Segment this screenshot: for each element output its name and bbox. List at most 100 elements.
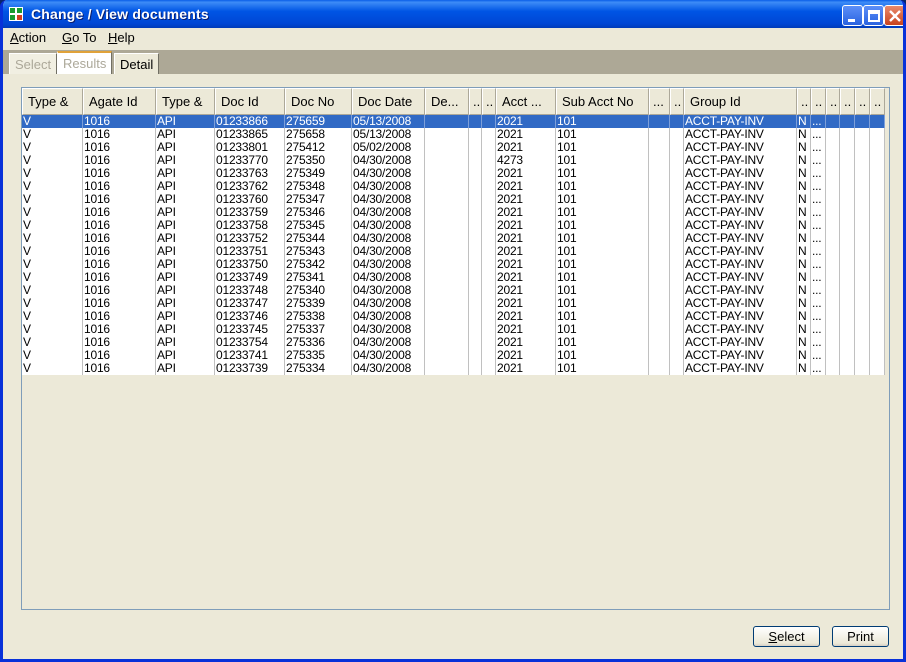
table-cell bbox=[670, 245, 684, 258]
table-cell bbox=[870, 284, 885, 297]
table-row[interactable]: V 1016 API 01233741 275335 04/30/2008 2021 101 A… bbox=[22, 349, 885, 362]
print-button[interactable]: Print bbox=[832, 626, 889, 647]
table-row[interactable]: V 1016 API 01233801 275412 05/02/2008 2021 101 A… bbox=[22, 141, 885, 154]
table-cell: N bbox=[797, 154, 811, 167]
table-cell: 01233865 bbox=[215, 128, 285, 141]
column-header[interactable]: Agate Id bbox=[83, 88, 156, 115]
table-cell bbox=[649, 154, 670, 167]
table-cell: 275334 bbox=[285, 362, 352, 375]
table-cell: V bbox=[22, 193, 83, 206]
table-cell: 2021 bbox=[496, 128, 556, 141]
column-header[interactable]: Doc Date bbox=[352, 88, 425, 115]
title-bar[interactable]: Change / View documents bbox=[3, 0, 903, 28]
table-cell: 2021 bbox=[496, 245, 556, 258]
column-header[interactable]: Acct ... bbox=[496, 88, 556, 115]
column-header[interactable]: .. bbox=[826, 88, 840, 115]
table-cell: 01233758 bbox=[215, 219, 285, 232]
table-cell bbox=[425, 245, 469, 258]
tab-select[interactable]: Select bbox=[9, 53, 58, 74]
table-cell: ACCT-PAY-INV bbox=[684, 167, 797, 180]
results-grid[interactable]: Type & Agate Id Type & Doc Id Doc No Doc Date… bbox=[21, 87, 890, 610]
table-row[interactable]: V 1016 API 01233746 275338 04/30/2008 2021 101 A… bbox=[22, 310, 885, 323]
table-cell: ... bbox=[811, 128, 826, 141]
table-cell bbox=[649, 206, 670, 219]
table-cell: 275336 bbox=[285, 336, 352, 349]
column-header[interactable]: Group Id bbox=[684, 88, 797, 115]
column-header[interactable]: Doc Id bbox=[215, 88, 285, 115]
table-cell: 04/30/2008 bbox=[352, 297, 425, 310]
table-cell: V bbox=[22, 141, 83, 154]
table-cell bbox=[855, 180, 870, 193]
table-row[interactable]: V 1016 API 01233763 275349 04/30/2008 2021 101 A… bbox=[22, 167, 885, 180]
table-row[interactable]: V 1016 API 01233760 275347 04/30/2008 2021 101 A… bbox=[22, 193, 885, 206]
table-cell: ACCT-PAY-INV bbox=[684, 206, 797, 219]
menu-action[interactable]: Action bbox=[10, 30, 46, 45]
table-row[interactable]: V 1016 API 01233750 275342 04/30/2008 2021 101 A… bbox=[22, 258, 885, 271]
column-header[interactable]: .. bbox=[811, 88, 826, 115]
column-header[interactable]: Type & bbox=[22, 88, 83, 115]
table-row[interactable]: V 1016 API 01233754 275336 04/30/2008 2021 101 A… bbox=[22, 336, 885, 349]
table-row[interactable]: V 1016 API 01233751 275343 04/30/2008 2021 101 A… bbox=[22, 245, 885, 258]
table-row[interactable]: V 1016 API 01233747 275339 04/30/2008 2021 101 A… bbox=[22, 297, 885, 310]
column-header[interactable]: .. bbox=[855, 88, 870, 115]
select-button[interactable]: Select bbox=[753, 626, 820, 647]
table-row[interactable]: V 1016 API 01233865 275658 05/13/2008 2021 101 A… bbox=[22, 128, 885, 141]
table-row[interactable]: V 1016 API 01233759 275346 04/30/2008 2021 101 A… bbox=[22, 206, 885, 219]
column-header[interactable]: De... bbox=[425, 88, 469, 115]
table-cell: N bbox=[797, 245, 811, 258]
column-header[interactable]: .. bbox=[469, 88, 482, 115]
table-cell: API bbox=[156, 115, 215, 128]
table-cell bbox=[482, 193, 496, 206]
table-cell bbox=[840, 323, 855, 336]
table-cell: 04/30/2008 bbox=[352, 271, 425, 284]
table-cell: 04/30/2008 bbox=[352, 258, 425, 271]
menu-go-to[interactable]: Go To bbox=[62, 30, 96, 45]
menu-help[interactable]: Help bbox=[108, 30, 135, 45]
column-header[interactable]: .. bbox=[870, 88, 885, 115]
column-header[interactable]: Type & bbox=[156, 88, 215, 115]
table-row[interactable]: V 1016 API 01233749 275341 04/30/2008 2021 101 A… bbox=[22, 271, 885, 284]
results-panel: Type & Agate Id Type & Doc Id Doc No Doc Date… bbox=[3, 74, 903, 659]
table-cell: ... bbox=[811, 362, 826, 375]
column-header[interactable]: Sub Acct No bbox=[556, 88, 649, 115]
table-cell: 2021 bbox=[496, 141, 556, 154]
table-cell: 01233739 bbox=[215, 362, 285, 375]
table-cell: ... bbox=[811, 284, 826, 297]
table-row[interactable]: V 1016 API 01233752 275344 04/30/2008 2021 101 A… bbox=[22, 232, 885, 245]
table-cell bbox=[670, 128, 684, 141]
table-cell: 2021 bbox=[496, 310, 556, 323]
column-header[interactable]: .. bbox=[482, 88, 496, 115]
table-cell: N bbox=[797, 362, 811, 375]
table-cell bbox=[482, 232, 496, 245]
tab-detail[interactable]: Detail bbox=[114, 53, 160, 74]
column-header[interactable]: Doc No bbox=[285, 88, 352, 115]
table-row[interactable]: V 1016 API 01233770 275350 04/30/2008 4273 101 A… bbox=[22, 154, 885, 167]
table-cell bbox=[826, 271, 840, 284]
table-row[interactable]: V 1016 API 01233866 275659 05/13/2008 2021 101 A… bbox=[22, 115, 885, 128]
table-cell bbox=[840, 128, 855, 141]
tab-results[interactable]: Results bbox=[57, 51, 113, 74]
column-header[interactable]: .. bbox=[840, 88, 855, 115]
table-row[interactable]: V 1016 API 01233745 275337 04/30/2008 2021 101 A… bbox=[22, 323, 885, 336]
table-row[interactable]: V 1016 API 01233748 275340 04/30/2008 2021 101 A… bbox=[22, 284, 885, 297]
table-row[interactable]: V 1016 API 01233739 275334 04/30/2008 2021 101 A… bbox=[22, 362, 885, 375]
column-header[interactable]: .. bbox=[670, 88, 684, 115]
table-row[interactable]: V 1016 API 01233762 275348 04/30/2008 2021 101 A… bbox=[22, 180, 885, 193]
table-cell: 101 bbox=[556, 115, 649, 128]
maximize-button[interactable] bbox=[863, 5, 884, 26]
table-cell bbox=[870, 323, 885, 336]
table-cell: 101 bbox=[556, 219, 649, 232]
column-header[interactable]: .. bbox=[797, 88, 811, 115]
table-cell bbox=[670, 297, 684, 310]
table-cell: ... bbox=[811, 297, 826, 310]
table-cell bbox=[840, 297, 855, 310]
table-row[interactable]: V 1016 API 01233758 275345 04/30/2008 2021 101 A… bbox=[22, 219, 885, 232]
table-cell: ... bbox=[811, 193, 826, 206]
close-button[interactable] bbox=[884, 5, 903, 26]
table-cell: API bbox=[156, 219, 215, 232]
table-cell bbox=[840, 258, 855, 271]
column-header[interactable]: ... bbox=[649, 88, 670, 115]
table-cell: API bbox=[156, 323, 215, 336]
table-cell bbox=[670, 141, 684, 154]
minimize-button[interactable] bbox=[842, 5, 863, 26]
